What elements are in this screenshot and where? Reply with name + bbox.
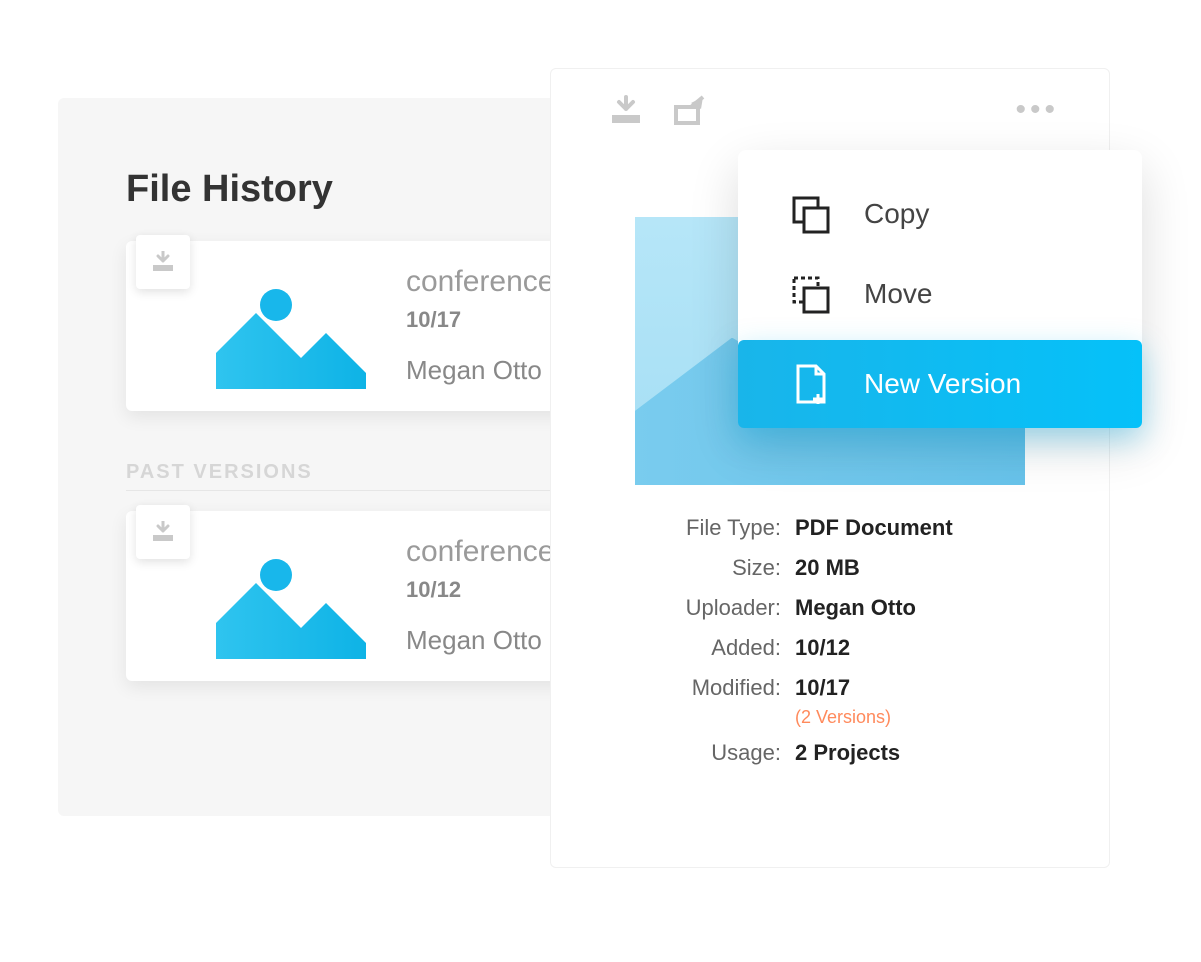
meta-row-added: Added: 10/12 [591, 635, 1069, 661]
meta-value-modified: 10/17 [795, 675, 850, 701]
menu-item-label: Copy [864, 198, 929, 230]
meta-row-usage: Usage: 2 Projects [591, 740, 1069, 766]
version-thumbnail [216, 263, 366, 389]
download-version-button[interactable] [136, 235, 190, 289]
context-menu: Copy Move New Version [738, 150, 1142, 428]
menu-item-copy[interactable]: Copy [738, 174, 1142, 254]
details-toolbar: ••• [551, 69, 1109, 127]
meta-label: File Type: [591, 515, 781, 541]
meta-row-size: Size: 20 MB [591, 555, 1069, 581]
download-icon[interactable] [609, 95, 643, 125]
menu-item-move[interactable]: Move [738, 254, 1142, 334]
menu-item-new-version[interactable]: New Version [738, 340, 1142, 428]
meta-label: Size: [591, 555, 781, 581]
move-icon [788, 272, 832, 316]
meta-value-uploader: Megan Otto [795, 595, 916, 621]
new-version-icon [788, 362, 832, 406]
copy-icon [788, 192, 832, 236]
file-metadata: File Type: PDF Document Size: 20 MB Uplo… [591, 515, 1069, 766]
download-version-button[interactable] [136, 505, 190, 559]
meta-label: Usage: [591, 740, 781, 766]
share-icon[interactable] [673, 95, 707, 125]
version-thumbnail [216, 533, 366, 659]
meta-row-filetype: File Type: PDF Document [591, 515, 1069, 541]
meta-value-filetype: PDF Document [795, 515, 953, 541]
meta-label: Added: [591, 635, 781, 661]
meta-value-usage: 2 Projects [795, 740, 900, 766]
meta-label: Uploader: [591, 595, 781, 621]
meta-label: Modified: [591, 675, 781, 701]
menu-item-label: Move [864, 278, 932, 310]
meta-value-added: 10/12 [795, 635, 850, 661]
meta-row-modified: Modified: 10/17 [591, 675, 1069, 701]
meta-row-uploader: Uploader: Megan Otto [591, 595, 1069, 621]
more-options-icon[interactable]: ••• [1015, 93, 1069, 127]
download-icon [151, 521, 175, 543]
versions-link[interactable]: (2 Versions) [795, 707, 1069, 728]
download-icon [151, 251, 175, 273]
meta-value-size: 20 MB [795, 555, 860, 581]
menu-item-label: New Version [864, 368, 1021, 400]
